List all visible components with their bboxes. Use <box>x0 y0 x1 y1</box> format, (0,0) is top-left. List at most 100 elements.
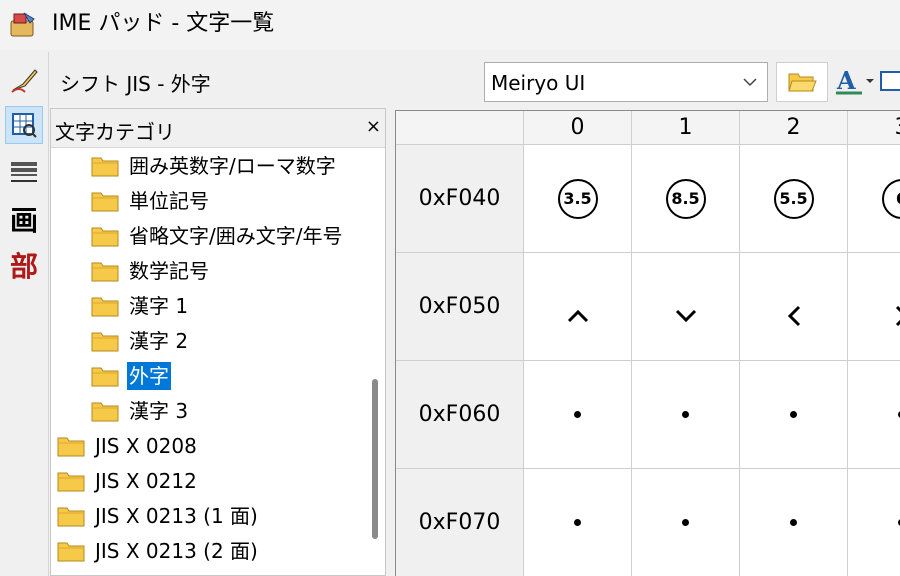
char-cell[interactable] <box>848 253 900 361</box>
char-cell[interactable]: 3.5 <box>524 145 632 253</box>
tree-item[interactable]: 漢字 2 <box>91 326 190 356</box>
folder-icon <box>57 437 85 457</box>
caret-right-icon <box>895 305 900 326</box>
char-cell[interactable] <box>848 469 900 576</box>
grid-view-icon <box>880 71 900 91</box>
caret-down-icon <box>675 309 696 322</box>
tree-item-label: 外字 <box>127 362 171 390</box>
title-bar: IME パッド - 文字一覧 <box>0 0 900 50</box>
char-cell[interactable] <box>632 361 740 469</box>
character-list-icon[interactable] <box>5 106 43 144</box>
char-cell[interactable] <box>524 253 632 361</box>
circled-number: 3.5 <box>557 178 598 219</box>
stroke-count-icon[interactable]: 画 <box>5 200 43 238</box>
category-scrollbar[interactable] <box>367 149 385 575</box>
char-cell[interactable]: 5.5 <box>740 145 848 253</box>
tree-item-label: 漢字 1 <box>129 294 189 318</box>
tree-item-label: 省略文字/囲み文字/年号 <box>129 224 343 248</box>
open-folder-button[interactable] <box>776 62 828 102</box>
row-header: 0xF070 <box>396 469 524 576</box>
tree-item-label: JIS X 0213 (2 面) <box>95 539 258 563</box>
pen-icon[interactable] <box>5 62 43 100</box>
bullet-glyph <box>682 519 689 526</box>
font-icon: A <box>836 67 874 95</box>
column-header: 2 <box>740 111 848 145</box>
grid-corner <box>396 111 524 145</box>
font-select[interactable]: Meiryo UI <box>484 62 768 102</box>
tree-item[interactable]: 数学記号 <box>91 256 211 286</box>
char-cell[interactable] <box>524 361 632 469</box>
bullet-glyph <box>574 519 581 526</box>
folder-open-icon <box>788 73 817 92</box>
char-cell[interactable] <box>740 469 848 576</box>
tree-item[interactable]: JIS X 0213 (1 面) <box>57 501 260 531</box>
tree-item-label: 囲み英数字/ローマ数字 <box>129 154 336 178</box>
caret-up-icon <box>567 309 588 322</box>
char-cell[interactable] <box>524 469 632 576</box>
tree-item-label: JIS X 0208 <box>95 434 197 458</box>
bullet-glyph <box>790 519 797 526</box>
tree-item[interactable]: 単位記号 <box>91 186 211 216</box>
bullet-glyph <box>574 411 581 418</box>
folder-icon <box>57 542 85 562</box>
row-header: 0xF060 <box>396 361 524 469</box>
view-toggle-button[interactable] <box>880 64 900 100</box>
char-cell[interactable] <box>740 361 848 469</box>
radical-icon[interactable]: 部 <box>5 246 43 284</box>
circled-number: 8.5 <box>665 178 706 219</box>
char-cell[interactable] <box>740 253 848 361</box>
char-cell[interactable]: 6 <box>848 145 900 253</box>
tree-item[interactable]: 漢字 1 <box>91 291 190 321</box>
circled-number: 6 <box>881 178 900 219</box>
folder-icon <box>91 262 119 282</box>
panel-title: シフト JIS - 外字 <box>60 72 211 96</box>
folder-icon <box>91 332 119 352</box>
char-cell[interactable] <box>632 469 740 576</box>
char-cell[interactable]: 8.5 <box>632 145 740 253</box>
folder-icon <box>91 227 119 247</box>
column-header: 1 <box>632 111 740 145</box>
tree-item[interactable]: JIS X 0208 <box>57 431 199 461</box>
ime-pad-app-icon <box>10 12 35 37</box>
tree-item[interactable]: 囲み英数字/ローマ数字 <box>91 151 338 181</box>
folder-icon <box>91 192 119 212</box>
tree-item-label: JIS X 0212 <box>95 469 197 493</box>
caret-left-icon <box>787 305 800 326</box>
folder-icon <box>91 297 119 317</box>
keyboard-icon[interactable] <box>5 152 43 190</box>
tree-item-label: 漢字 3 <box>129 399 189 423</box>
row-header: 0xF050 <box>396 253 524 361</box>
circled-number: 5.5 <box>773 178 814 219</box>
tree-item-selected[interactable]: 外字 <box>91 361 171 391</box>
svg-text:A: A <box>836 67 856 95</box>
category-pane: 文字カテゴリ × 囲み英数字/ローマ数字 単位記号 省略文字/囲み文字/年号 数… <box>50 108 386 576</box>
panel-header: シフト JIS - 外字 <box>50 56 386 104</box>
folder-icon <box>91 157 119 177</box>
tree-item[interactable]: 漢字 3 <box>91 396 190 426</box>
char-cell[interactable] <box>632 253 740 361</box>
tree-item-label: 単位記号 <box>129 189 209 213</box>
font-settings-button[interactable]: A <box>834 64 878 100</box>
column-header: 0 <box>524 111 632 145</box>
category-header: 文字カテゴリ × <box>51 109 385 148</box>
tree-item-label: 漢字 2 <box>129 329 189 353</box>
tree-item-label: 数学記号 <box>129 259 209 283</box>
close-icon[interactable]: × <box>366 116 381 137</box>
folder-icon <box>57 472 85 492</box>
mode-toolbar: 画 部 <box>0 52 49 576</box>
window-title: IME パッド - 文字一覧 <box>52 11 275 36</box>
character-grid: 0 1 2 3 0xF040 3.5 8.5 5.5 6 0xF050 0xF0… <box>395 110 900 576</box>
category-title: 文字カテゴリ <box>55 120 175 144</box>
bullet-glyph <box>790 411 797 418</box>
font-select-value: Meiryo UI <box>491 71 586 95</box>
tree-item[interactable]: 省略文字/囲み文字/年号 <box>91 221 363 251</box>
bullet-glyph <box>682 411 689 418</box>
scrollbar-thumb[interactable] <box>372 379 378 539</box>
tree-item[interactable]: JIS X 0213 (2 面) <box>57 536 260 566</box>
folder-icon <box>57 507 85 527</box>
column-header: 3 <box>848 111 900 145</box>
tree-item[interactable]: JIS X 0212 <box>57 466 199 496</box>
tree-item-label: JIS X 0213 (1 面) <box>95 504 258 528</box>
row-header: 0xF040 <box>396 145 524 253</box>
char-cell[interactable] <box>848 361 900 469</box>
